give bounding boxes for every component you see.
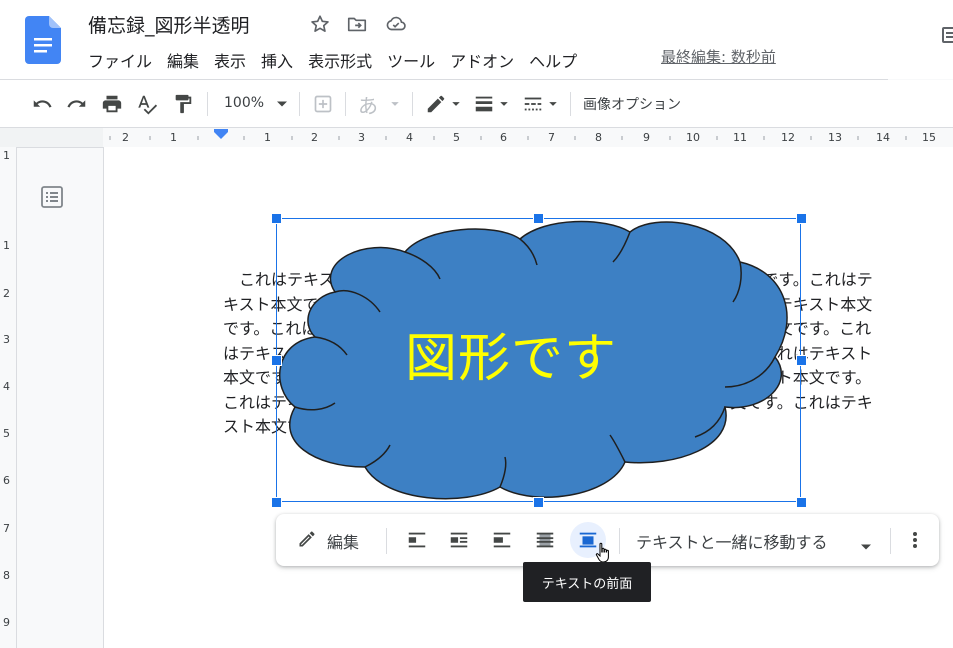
ruler-tick-label: 6 xyxy=(500,131,507,144)
ruler-tick-label: 3 xyxy=(358,131,365,144)
toolbar-divider xyxy=(386,528,387,554)
add-comment-icon[interactable] xyxy=(311,92,335,116)
input-tools-button[interactable]: あ xyxy=(356,92,380,118)
comments-panel-icon[interactable] xyxy=(942,24,953,46)
toolbar-divider xyxy=(890,528,891,554)
wrap-inline-icon[interactable] xyxy=(406,529,428,555)
image-options-button[interactable]: 画像オプション xyxy=(583,94,681,114)
toolbar-divider xyxy=(207,92,208,116)
ruler-tick-label: 1 xyxy=(170,131,177,144)
ruler-tick-label: 1 xyxy=(3,149,10,162)
horizontal-ruler[interactable]: 2 1 1 2 3 4 5 6 7 8 9 10 11 12 13 14 15 xyxy=(0,128,953,148)
ruler-tick-label: 2 xyxy=(3,287,10,300)
toolbar-divider xyxy=(299,92,300,116)
ruler-tick-label: 4 xyxy=(406,131,413,144)
ruler-tick-label: 8 xyxy=(3,569,10,582)
menu-insert[interactable]: 挿入 xyxy=(261,48,293,72)
border-weight-dropdown-icon[interactable] xyxy=(497,92,511,116)
behind-text-icon[interactable] xyxy=(534,529,556,555)
ruler-tick-label: 3 xyxy=(3,333,10,346)
redo-icon[interactable] xyxy=(65,92,89,116)
border-weight-icon[interactable] xyxy=(472,92,496,116)
print-icon[interactable] xyxy=(100,92,124,116)
more-options-icon[interactable] xyxy=(905,529,925,555)
star-icon[interactable] xyxy=(309,13,331,35)
edit-shape-button[interactable]: 編集 xyxy=(297,529,359,553)
break-text-icon[interactable] xyxy=(491,529,513,555)
paint-format-icon[interactable] xyxy=(171,92,195,116)
ruler-tick-label: 5 xyxy=(3,427,10,440)
ruler-tick-label: 14 xyxy=(876,131,890,144)
ruler-tick-label: 2 xyxy=(122,131,129,144)
ruler-tick-label: 8 xyxy=(595,131,602,144)
ruler-tick-label: 15 xyxy=(922,131,936,144)
menu-bar: ファイル 編集 表示 挿入 表示形式 ツール アドオン ヘルプ xyxy=(88,48,592,72)
menu-view[interactable]: 表示 xyxy=(214,48,246,72)
tooltip: テキストの前面 xyxy=(523,562,651,602)
toolbar-divider xyxy=(345,92,346,116)
resize-handle-top-left[interactable] xyxy=(271,213,282,224)
zoom-dropdown-icon[interactable] xyxy=(274,92,290,116)
pencil-icon xyxy=(297,529,317,553)
toolbar-divider xyxy=(619,528,620,554)
menu-file[interactable]: ファイル xyxy=(88,48,152,72)
document-outline-icon[interactable] xyxy=(40,185,64,213)
cloud-saved-icon[interactable] xyxy=(385,13,407,35)
toolbar-divider xyxy=(412,92,413,116)
menu-format[interactable]: 表示形式 xyxy=(308,48,372,72)
border-color-dropdown-icon[interactable] xyxy=(449,92,463,116)
ruler-tick-label: 9 xyxy=(643,131,650,144)
edit-label: 編集 xyxy=(327,533,360,552)
vertical-ruler[interactable]: 1 1 2 3 4 5 6 7 8 9 xyxy=(0,147,17,648)
ruler-tick-label: 7 xyxy=(548,131,555,144)
menu-tools[interactable]: ツール xyxy=(387,48,435,72)
position-option-select[interactable]: テキストと一緒に移動する xyxy=(636,529,828,553)
move-to-folder-icon[interactable] xyxy=(346,13,368,35)
ruler-tick-label: 10 xyxy=(686,131,700,144)
ruler-tick-label: 12 xyxy=(781,131,795,144)
resize-handle-top-right[interactable] xyxy=(796,213,807,224)
ruler-tick-label: 5 xyxy=(453,131,460,144)
last-edit-link[interactable]: 最終編集: 数秒前 xyxy=(661,46,776,67)
ruler-tick-label: 4 xyxy=(3,380,10,393)
ruler-tick-label: 2 xyxy=(311,131,318,144)
document-title[interactable]: 備忘録_図形半透明 xyxy=(88,11,250,38)
docs-logo-icon[interactable] xyxy=(25,16,61,68)
toolbar-divider xyxy=(570,92,571,116)
resize-handle-left[interactable] xyxy=(271,355,282,366)
resize-handle-bottom-left[interactable] xyxy=(271,497,282,508)
ruler-tick-label: 7 xyxy=(3,522,10,535)
wrap-text-icon[interactable] xyxy=(448,529,470,555)
position-dropdown-icon[interactable] xyxy=(860,536,872,555)
zoom-select[interactable]: 100% xyxy=(224,95,264,111)
ruler-tick-label: 11 xyxy=(733,131,747,144)
ruler-tick-label: 1 xyxy=(264,131,271,144)
menu-edit[interactable]: 編集 xyxy=(167,48,199,72)
ruler-tick-label: 13 xyxy=(828,131,842,144)
resize-handle-bottom[interactable] xyxy=(533,497,544,508)
ruler-tick-label: 6 xyxy=(3,474,10,487)
spellcheck-icon[interactable] xyxy=(135,92,159,116)
menu-addons[interactable]: アドオン xyxy=(450,48,514,72)
selection-box xyxy=(276,218,801,502)
input-tools-dropdown-icon[interactable] xyxy=(388,92,402,116)
resize-handle-top[interactable] xyxy=(533,213,544,224)
menu-help[interactable]: ヘルプ xyxy=(529,48,577,72)
ruler-tick-label: 1 xyxy=(3,239,10,252)
border-color-icon[interactable] xyxy=(424,92,448,116)
border-dash-dropdown-icon[interactable] xyxy=(546,92,560,116)
ruler-tick-label: 9 xyxy=(3,616,10,629)
resize-handle-bottom-right[interactable] xyxy=(796,497,807,508)
resize-handle-right[interactable] xyxy=(796,355,807,366)
undo-icon[interactable] xyxy=(30,92,54,116)
border-dash-icon[interactable] xyxy=(521,92,545,116)
